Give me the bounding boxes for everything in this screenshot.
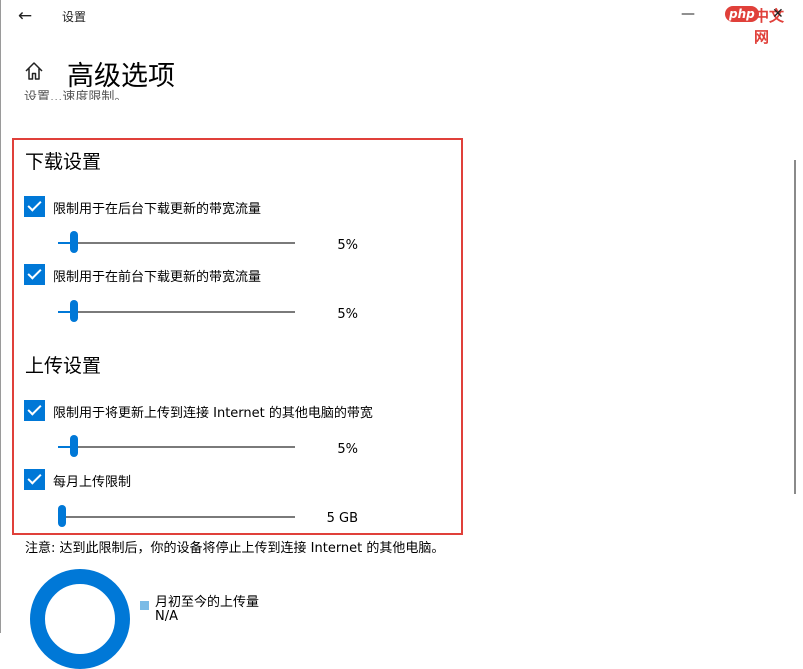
title-bar: ← 设置 — php 中文网 ✕ <box>0 0 803 46</box>
legend-swatch <box>140 601 149 610</box>
clipped-description: 设置...速度限制。 <box>24 90 128 100</box>
slider-fill <box>58 242 70 244</box>
slider-fill <box>58 311 70 313</box>
foreground-download-label: 限制用于在前台下载更新的带宽流量 <box>53 270 262 285</box>
upload-bandwidth-slider[interactable] <box>58 435 295 457</box>
scrollbar[interactable] <box>794 160 796 494</box>
window-title: 设置 <box>62 10 87 24</box>
background-download-checkbox[interactable] <box>24 196 45 217</box>
back-arrow-icon[interactable]: ← <box>12 4 38 28</box>
minimize-button[interactable]: — <box>681 6 695 22</box>
foreground-download-value: 5% <box>337 307 358 322</box>
upload-bandwidth-value: 5% <box>337 442 358 457</box>
monthly-upload-limit-value: 5 GB <box>326 511 358 526</box>
close-button[interactable]: ✕ <box>772 6 784 22</box>
slider-fill <box>58 446 70 448</box>
slider-thumb[interactable] <box>58 505 66 527</box>
background-download-slider[interactable] <box>58 231 295 253</box>
background-download-value: 5% <box>337 238 358 253</box>
monthly-upload-limit-label: 每月上传限制 <box>53 475 132 490</box>
upload-usage-donut-chart <box>30 569 130 669</box>
upload-settings-header: 上传设置 <box>25 355 102 377</box>
upload-bandwidth-checkbox[interactable] <box>24 400 45 421</box>
monthly-upload-limit-checkbox[interactable] <box>24 469 45 490</box>
monthly-upload-limit-slider[interactable] <box>58 505 295 527</box>
foreground-download-slider[interactable] <box>58 300 295 322</box>
background-download-label: 限制用于在后台下载更新的带宽流量 <box>53 202 262 217</box>
foreground-download-checkbox[interactable] <box>24 264 45 285</box>
legend-label: 月初至今的上传量 <box>155 595 260 610</box>
slider-thumb[interactable] <box>69 231 78 253</box>
slider-thumb[interactable] <box>69 435 78 457</box>
download-settings-header: 下载设置 <box>25 151 102 173</box>
window-left-border <box>0 0 1 633</box>
slider-thumb[interactable] <box>69 300 78 322</box>
home-icon[interactable] <box>23 60 45 82</box>
upload-bandwidth-label: 限制用于将更新上传到连接 Internet 的其他电脑的带宽 <box>53 406 373 421</box>
legend-value: N/A <box>155 609 178 624</box>
upload-limit-note: 注意: 达到此限制后，你的设备将停止上传到连接 Internet 的其他电脑。 <box>25 541 445 556</box>
watermark-logo: php 中文网 <box>725 2 797 46</box>
